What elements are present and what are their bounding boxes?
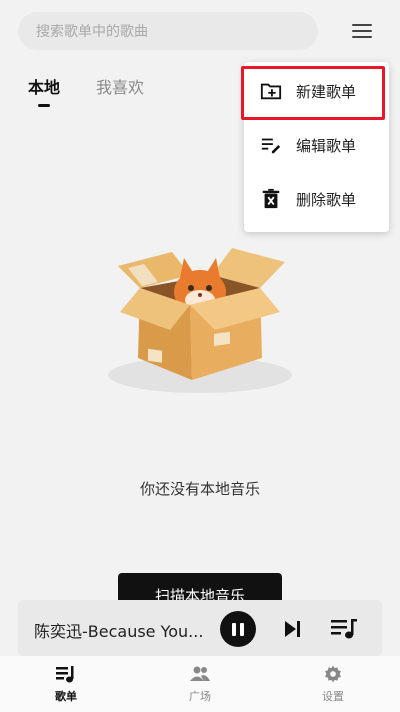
people-icon bbox=[190, 666, 210, 681]
playlist-queue-icon[interactable] bbox=[330, 616, 358, 642]
next-track-icon[interactable] bbox=[280, 617, 304, 641]
tab-local[interactable]: 本地 bbox=[28, 74, 60, 98]
mini-player[interactable]: 陈奕迅-Because You... bbox=[18, 600, 382, 656]
now-playing-title[interactable]: 陈奕迅-Because You... bbox=[34, 618, 218, 642]
folder-plus-icon bbox=[260, 83, 282, 100]
menu-item-label: 编辑歌单 bbox=[296, 136, 357, 155]
menu-item-label: 删除歌单 bbox=[296, 190, 357, 209]
search-input[interactable]: 搜索歌单中的歌曲 bbox=[18, 12, 318, 50]
menu-item-edit-playlist[interactable]: 编辑歌单 bbox=[244, 120, 389, 170]
menu-item-label: 新建歌单 bbox=[296, 82, 357, 101]
nav-item-plaza[interactable]: 广场 bbox=[170, 664, 230, 704]
pause-icon bbox=[232, 622, 236, 636]
gear-icon bbox=[325, 665, 341, 683]
nav-label: 设置 bbox=[322, 690, 344, 703]
trash-icon bbox=[262, 188, 280, 209]
bottom-navigation: 歌单 广场 设置 bbox=[0, 656, 400, 712]
menu-item-delete-playlist[interactable]: 删除歌单 bbox=[244, 174, 389, 224]
empty-state-message: 你还没有本地音乐 bbox=[139, 480, 260, 498]
nav-label: 歌单 bbox=[55, 690, 77, 703]
menu-button[interactable] bbox=[348, 18, 376, 44]
edit-list-icon bbox=[261, 138, 281, 154]
nav-label: 广场 bbox=[189, 690, 211, 703]
tab-favorites[interactable]: 我喜欢 bbox=[96, 74, 144, 98]
nav-item-songlist[interactable]: 歌单 bbox=[36, 664, 96, 704]
nav-item-settings[interactable]: 设置 bbox=[303, 664, 363, 704]
tab-indicator bbox=[38, 104, 50, 107]
playlist-dropdown-menu: 新建歌单 编辑歌单 删除歌单 bbox=[244, 62, 389, 232]
pause-button[interactable] bbox=[220, 611, 256, 647]
menu-item-new-playlist[interactable]: 新建歌单 bbox=[244, 66, 389, 116]
menu-icon bbox=[352, 24, 372, 26]
search-placeholder: 搜索歌单中的歌曲 bbox=[36, 24, 148, 40]
playlist-icon bbox=[56, 666, 74, 683]
empty-box-illustration bbox=[108, 248, 292, 393]
